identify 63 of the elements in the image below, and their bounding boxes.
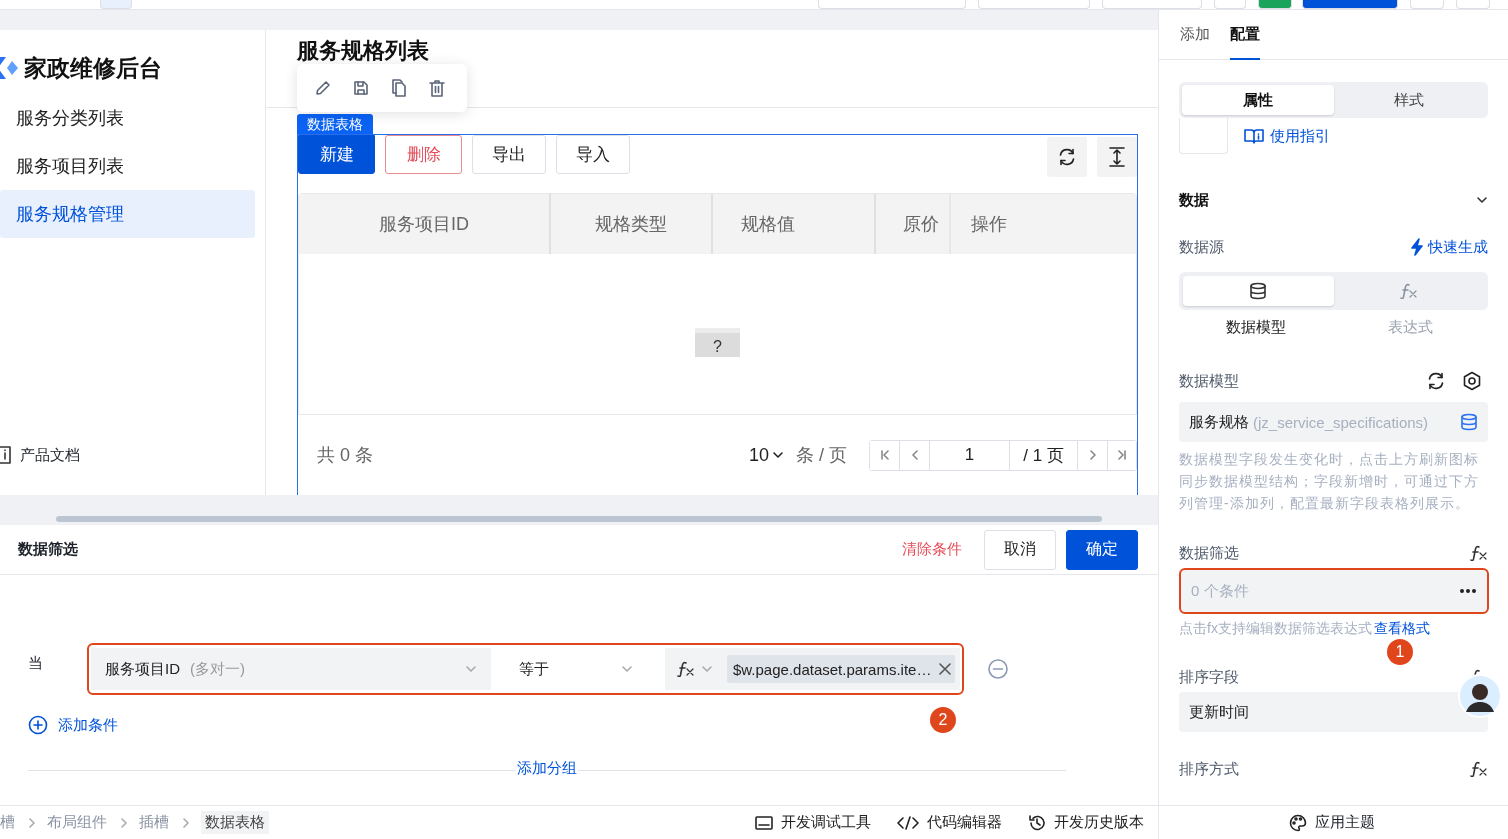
condition-count: 0 个条件 <box>1191 581 1249 601</box>
option-label: 表达式 <box>1387 318 1435 337</box>
column-header: 操作 <box>949 194 1129 254</box>
step-badge: 1 <box>1387 639 1413 665</box>
field-label: 数据筛选 <box>1179 543 1239 563</box>
docs-link[interactable]: 产品文档 <box>20 445 80 465</box>
toolbar-button[interactable]: 新建 <box>298 135 375 174</box>
field-name: 服务项目ID <box>105 659 180 679</box>
column-header: 规格类型 <box>551 194 713 254</box>
model-table-name: (jz_service_specifications) <box>1253 413 1430 431</box>
column-header: 规格值 <box>713 194 876 254</box>
field-label: 数据模型 <box>1179 371 1239 391</box>
quick-generate-link[interactable]: 快速生成 <box>1410 237 1488 257</box>
help-tab[interactable]: ? <box>695 328 740 357</box>
guide-link[interactable]: 使用指引 <box>1244 126 1330 146</box>
dialog-title: 数据筛选 <box>18 540 78 559</box>
sidebar-item[interactable]: 服务项目列表 <box>0 142 255 190</box>
column-header: 服务项目ID <box>299 194 551 254</box>
toolbar-button[interactable]: 导入 <box>556 135 630 174</box>
step-badge: 2 <box>930 707 956 733</box>
field-label: 排序方式 <box>1179 759 1239 779</box>
total-count: 共 0 条 <box>317 444 373 467</box>
field-label: 数据源 <box>1179 237 1224 257</box>
dev-tool-button[interactable]: 开发历史版本 <box>1028 813 1144 832</box>
breadcrumb-item[interactable]: 数据表格 <box>201 811 269 834</box>
expression-value: $w.page.dataset.params.ite… <box>733 660 932 678</box>
field-label: 排序字段 <box>1179 667 1239 687</box>
mode-tab[interactable]: 样式 <box>1333 85 1485 115</box>
toolbar-button[interactable]: 导出 <box>472 135 546 174</box>
page-size-unit: 条 / 页 <box>796 444 847 467</box>
panel-tab[interactable]: 配置 <box>1230 10 1260 60</box>
filter-hint: 点击fx支持编辑数据筛选表达式 <box>1179 620 1372 638</box>
page-size-select[interactable]: 10 <box>748 444 784 466</box>
column-header: 原价 <box>902 213 940 236</box>
value-field[interactable]: $w.page.dataset.params.ite… <box>665 648 960 690</box>
view-format-link[interactable]: 查看格式 <box>1373 620 1430 638</box>
sort-field-value: 更新时间 <box>1189 702 1249 722</box>
model-field[interactable]: 服务规格 (jz_service_specifications) <box>1179 402 1488 442</box>
sort-field-select[interactable]: 更新时间 <box>1179 692 1488 732</box>
relation-note: (多对一) <box>190 659 245 679</box>
sidebar-item[interactable]: 服务规格管理 <box>0 190 255 238</box>
add-condition-link[interactable]: 添加条件 <box>58 715 118 735</box>
mode-tab[interactable]: 属性 <box>1182 85 1334 115</box>
sidebar-item[interactable]: 服务分类列表 <box>0 94 255 142</box>
page-title: 服务规格列表 <box>297 38 429 63</box>
condition-prefix: 当 <box>28 653 43 673</box>
toolbar-button[interactable]: 删除 <box>385 135 462 174</box>
panel-tab[interactable]: 添加 <box>1180 10 1210 60</box>
field-select[interactable]: 服务项目ID (多对一) <box>91 648 491 690</box>
confirm-button[interactable]: 确定 <box>1066 529 1138 570</box>
section-title: 数据 <box>1179 190 1209 210</box>
operator-value: 等于 <box>519 659 549 679</box>
dev-tool-button[interactable]: 开发调试工具 <box>755 813 871 832</box>
dev-tool-button[interactable]: 代码编辑器 <box>897 813 1002 832</box>
app-title: 家政维修后台 <box>24 53 162 83</box>
clear-conditions-link[interactable]: 清除条件 <box>896 539 968 560</box>
option-label: 数据模型 <box>1225 318 1288 337</box>
cancel-button[interactable]: 取消 <box>984 529 1056 570</box>
theme-button[interactable]: 应用主题 <box>1289 813 1375 832</box>
model-name: 服务规格 <box>1189 412 1249 432</box>
model-hint: 数据模型字段发生变化时，点击上方刷新图标同步数据模型结构；字段新增时，可通过下方列管理-添加列，配置最新字段表格列展示。 <box>1179 450 1480 513</box>
add-group-link[interactable]: 添加分组 <box>516 759 578 778</box>
component-tag: 数据表格 <box>297 114 373 134</box>
